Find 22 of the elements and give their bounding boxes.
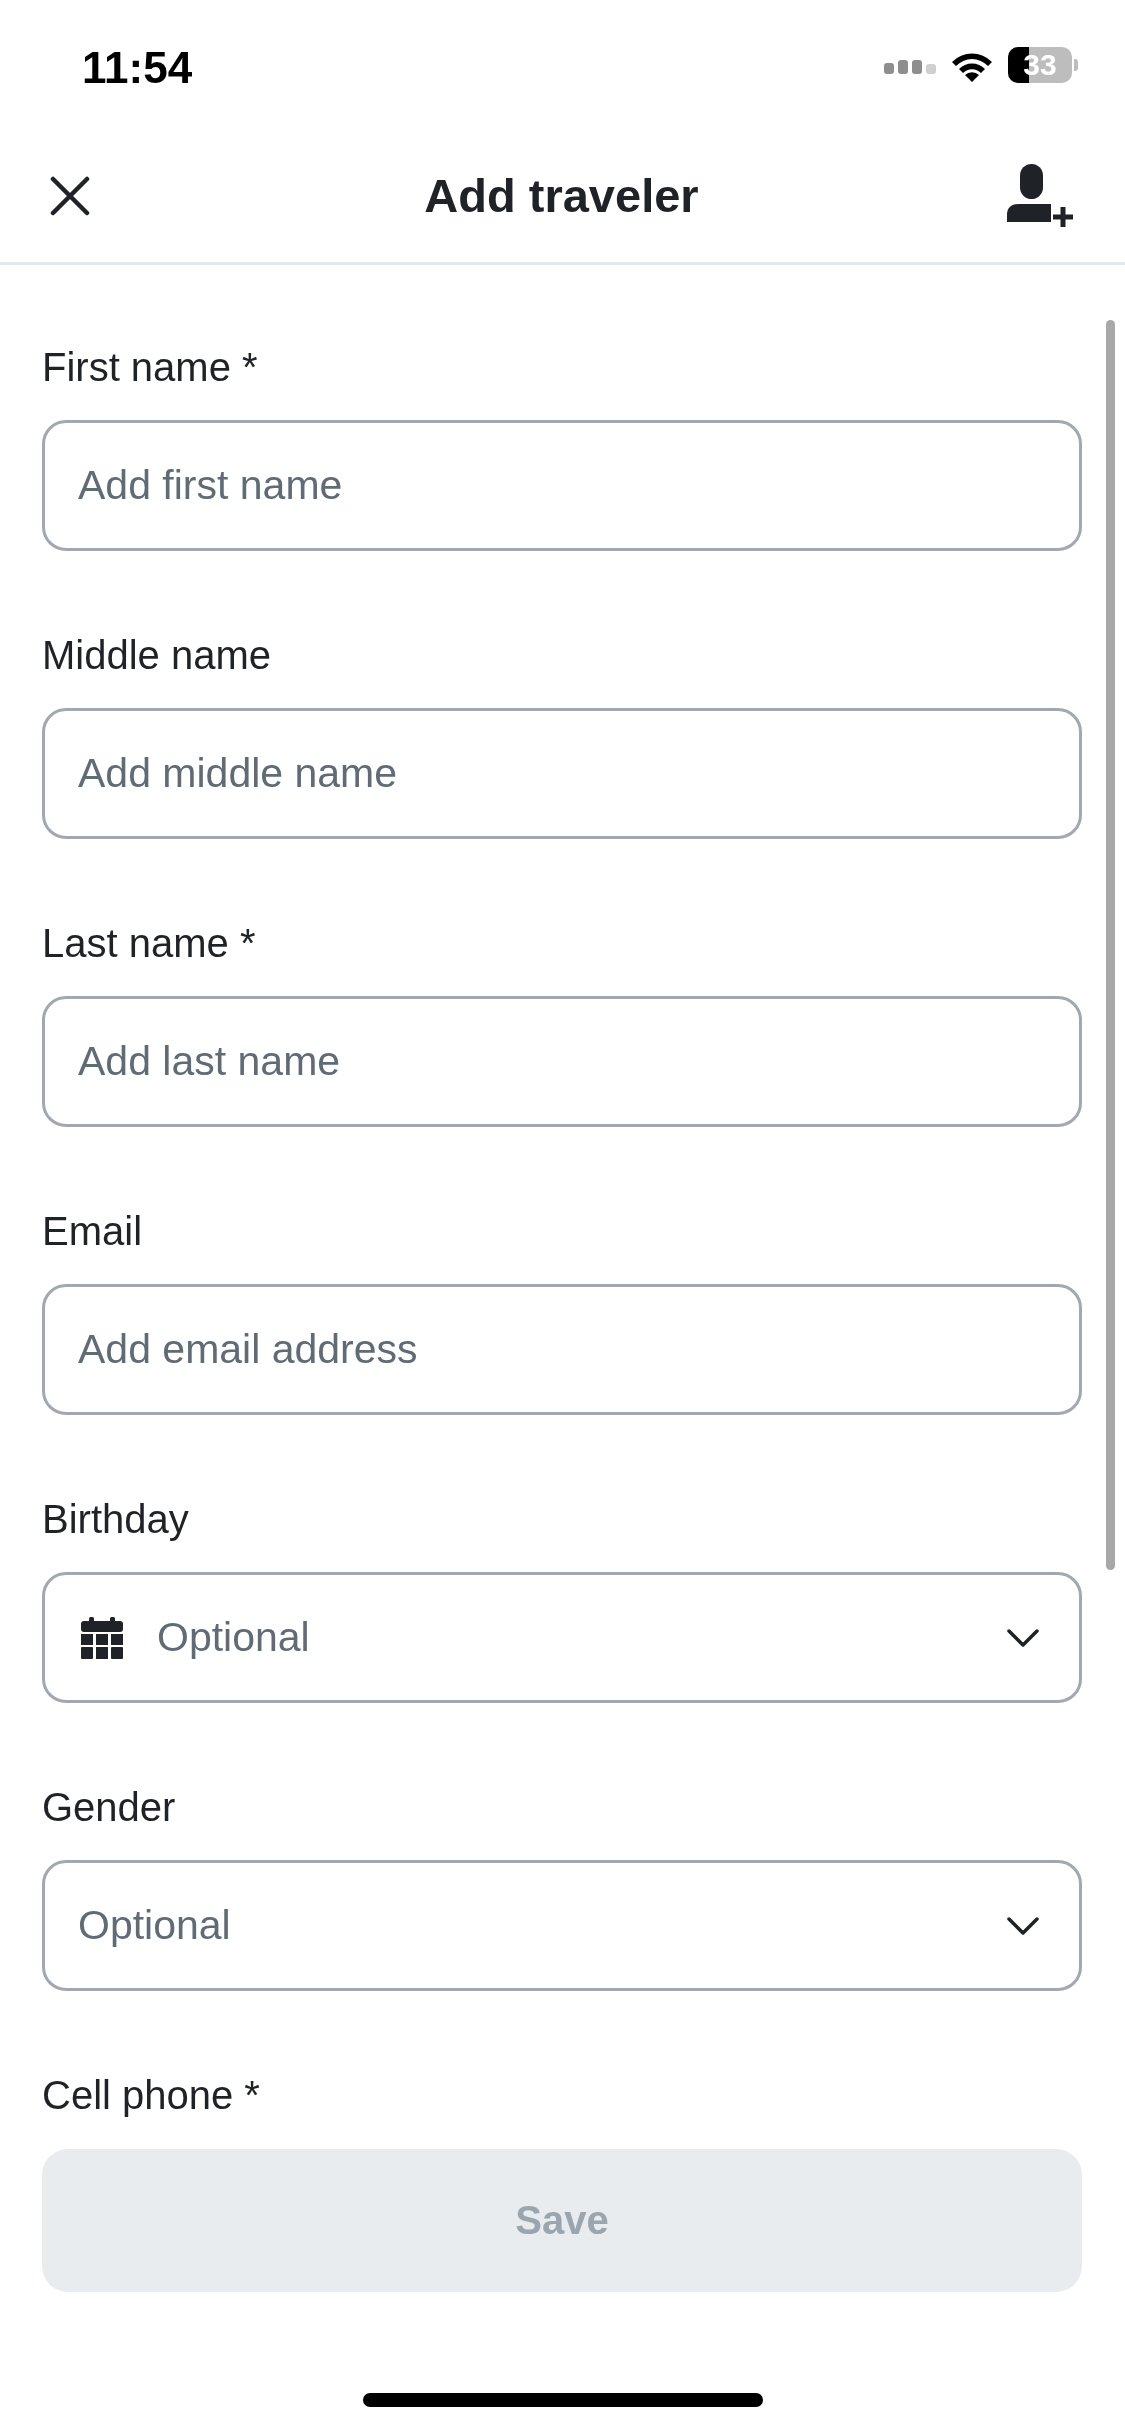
field-label: Last name * [42,920,257,966]
input-field[interactable]: Add email address [42,1284,1082,1415]
status-time: 11:54 [82,46,193,90]
dropdown[interactable]: Optional [42,1860,1082,1991]
add-person-button[interactable] [1007,164,1073,228]
field-label: Middle name [42,632,272,678]
close-icon [50,176,90,216]
calendar-icon [81,1616,123,1659]
chevron-down-icon [1007,1916,1039,1935]
field-label: Email [42,1208,144,1254]
input-field[interactable]: Add last name [42,996,1082,1127]
close-button[interactable] [50,176,90,216]
field-label: Cell phone * [42,2072,261,2118]
screen-title: Add traveler [424,167,699,224]
input-field[interactable]: Add first name [42,420,1082,551]
chevron-down-icon [1007,1628,1039,1647]
person-add-icon [1007,164,1073,228]
field-label: Birthday [42,1496,190,1542]
date-dropdown[interactable]: Optional [42,1572,1082,1703]
input-field[interactable]: Add middle name [42,708,1082,839]
field-label: First name * [42,344,259,390]
field-label: Gender [42,1784,177,1830]
